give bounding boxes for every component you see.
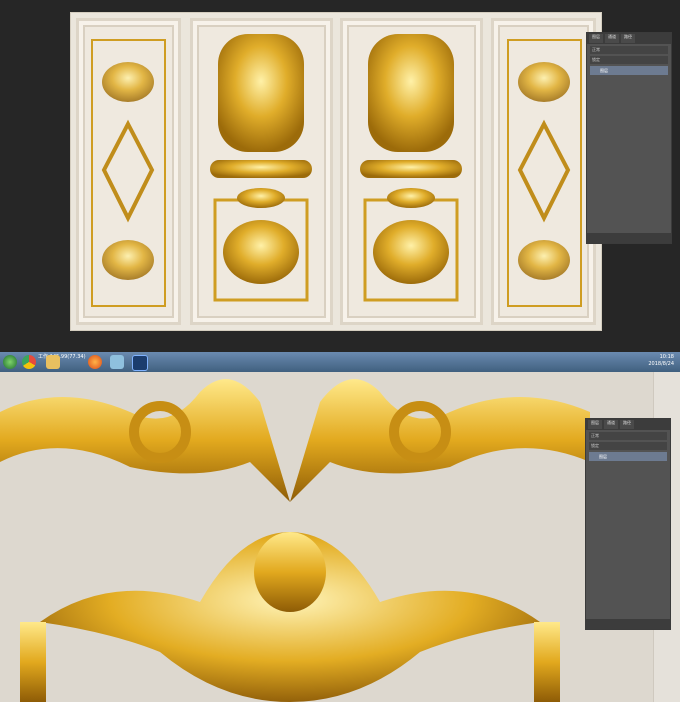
- ornament-layer: [91, 34, 582, 307]
- ornament-gold: [102, 62, 154, 102]
- ornament-gold: [0, 379, 590, 502]
- ornament-gold: [102, 240, 154, 280]
- blend-mode-select[interactable]: 正常: [590, 46, 668, 54]
- clock-date: 2018/8/24: [648, 361, 674, 367]
- ornament-gold: [373, 220, 449, 284]
- layer-item[interactable]: 图层: [590, 66, 668, 75]
- tab-channels[interactable]: 通道: [604, 420, 618, 429]
- ornament-gold: [223, 220, 299, 284]
- firefox-icon[interactable]: [88, 355, 102, 369]
- zoomed-ornament-view: [0, 372, 680, 702]
- lock-row[interactable]: 锁定: [590, 56, 668, 64]
- tab-paths[interactable]: 路径: [620, 420, 634, 429]
- ornament-gold: [368, 34, 454, 152]
- layers-panel-duplicate[interactable]: 图层 通道 路径 正常 锁定 图层: [585, 418, 671, 630]
- ornament-gold: [360, 160, 462, 178]
- layers-panel-tabs: 图层 通道 路径: [587, 33, 671, 44]
- layers-panel-inner: 图层 通道 路径 正常 锁定 图层: [586, 419, 670, 629]
- tab-layers[interactable]: 图层: [588, 420, 602, 429]
- start-icon[interactable]: [3, 355, 17, 369]
- tab-layers[interactable]: 图层: [589, 34, 603, 43]
- ornament-gold: [210, 160, 312, 178]
- layers-panel[interactable]: 图层 通道 路径 正常 锁定 图层: [586, 32, 672, 244]
- blend-mode-select[interactable]: 正常: [589, 432, 667, 440]
- image-viewer-icon[interactable]: [110, 355, 124, 369]
- lock-row[interactable]: 锁定: [589, 442, 667, 450]
- tab-channels[interactable]: 通道: [605, 34, 619, 43]
- ornament-gold: [254, 532, 326, 612]
- ornament-gold: [518, 240, 570, 280]
- zoomed-ornament-art: [0, 379, 590, 702]
- layers-panel-tabs: 图层 通道 路径: [586, 419, 670, 430]
- layer-item[interactable]: 图层: [589, 452, 667, 461]
- taskbar-clock: 10:18 2018/8/24: [648, 354, 674, 368]
- ornament-gold: [237, 188, 285, 208]
- frame-gold: [20, 622, 46, 702]
- layers-panel-footer: [586, 619, 670, 629]
- ornament-gold: [101, 119, 155, 223]
- tab-paths[interactable]: 路径: [621, 34, 635, 43]
- chrome-icon[interactable]: [22, 355, 36, 369]
- ornament-gold: [387, 188, 435, 208]
- frame-gold: [534, 622, 560, 702]
- clock-time: 10:18: [659, 354, 674, 360]
- layers-panel-footer: [587, 233, 671, 243]
- photoshop-workspace: 图层 通道 路径 正常 锁定 图层: [0, 0, 680, 352]
- folder-icon[interactable]: [46, 355, 60, 369]
- photoshop-icon[interactable]: [132, 355, 148, 371]
- ornament-gold: [517, 119, 571, 223]
- ornament-gold: [518, 62, 570, 102]
- canvas-document: [70, 12, 602, 331]
- ornament-gold: [218, 34, 304, 152]
- windows-taskbar: 工作-145.99(77.34) 10:18 2018/8/24: [0, 352, 680, 372]
